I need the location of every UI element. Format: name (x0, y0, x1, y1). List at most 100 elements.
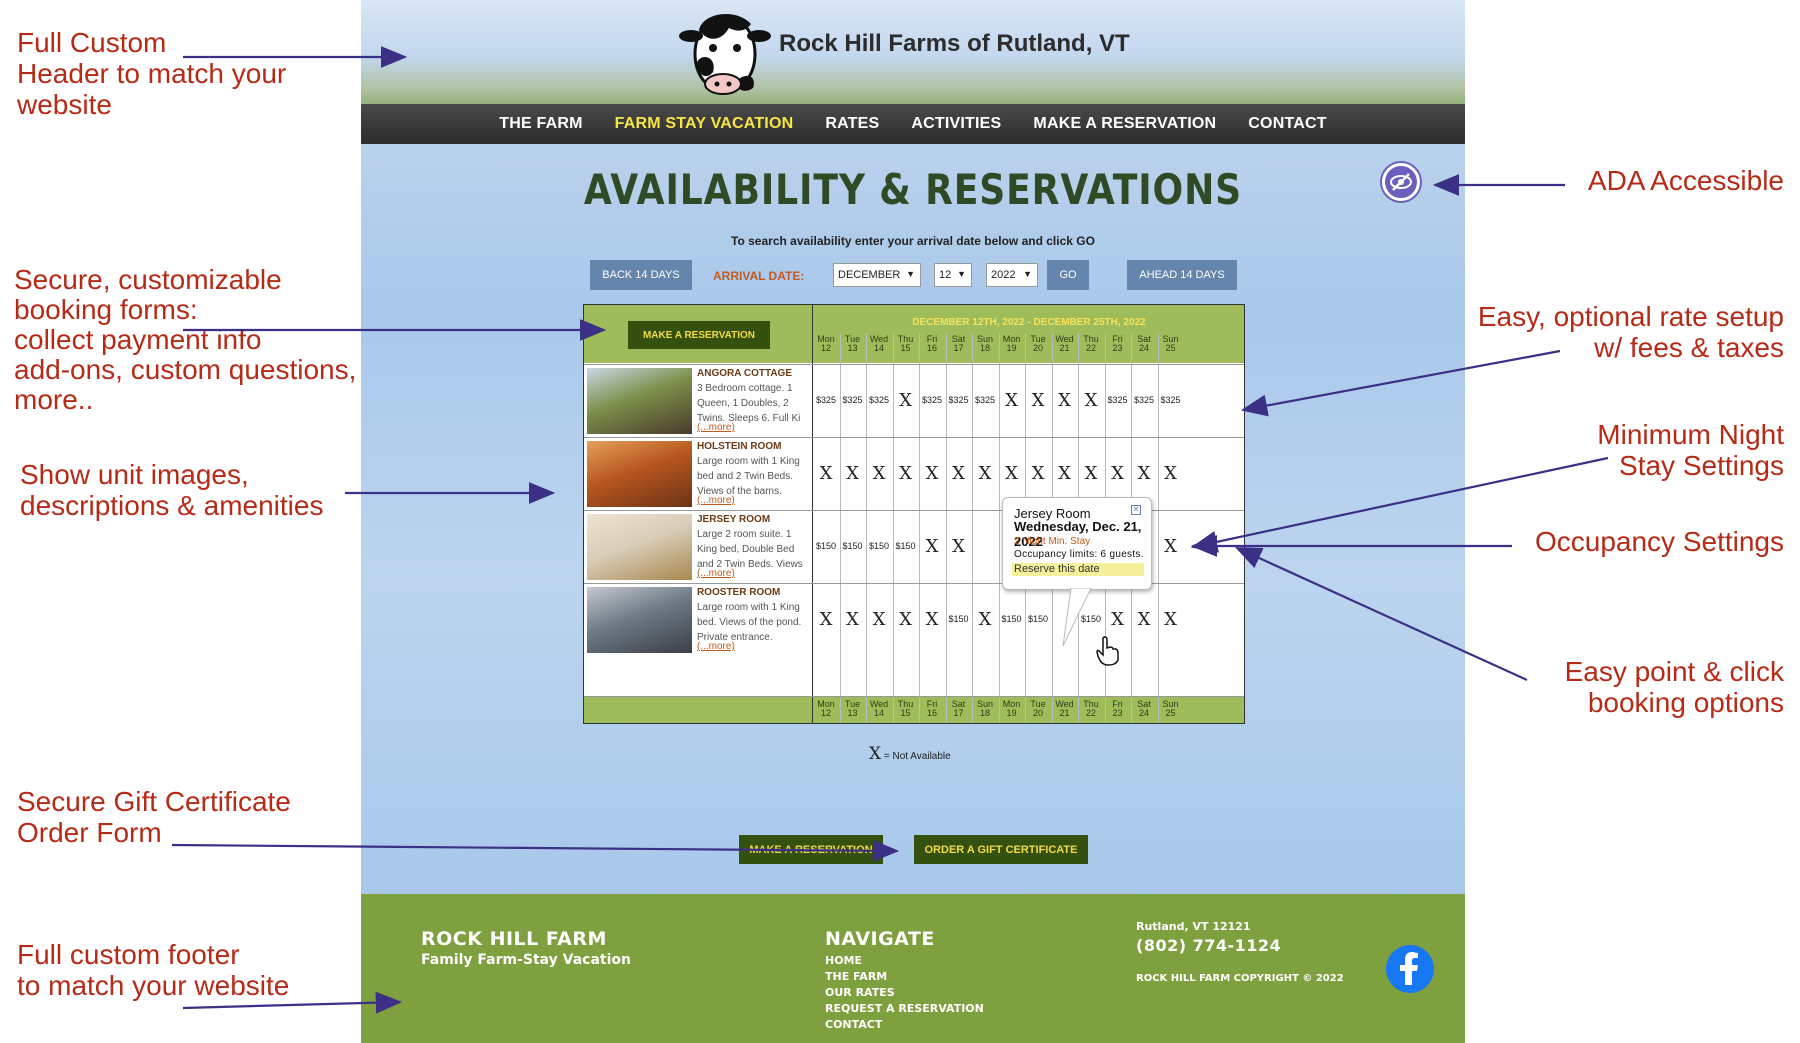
rate-cell[interactable]: $325 (864, 395, 894, 405)
unavailable-cell: X (872, 609, 886, 630)
rate-cell[interactable]: $325 (1103, 395, 1133, 405)
chevron-down-icon: ▼ (906, 269, 915, 279)
grid-row-line (584, 364, 1244, 365)
nav-make-a-reservation[interactable]: MAKE A RESERVATION (1033, 115, 1216, 133)
unit-photo[interactable] (587, 368, 692, 434)
month-value: DECEMBER (838, 269, 901, 281)
rate-cell[interactable]: $150 (811, 541, 841, 551)
day-footer-num: 21 (1059, 708, 1070, 718)
rate-cell[interactable]: $150 (864, 541, 894, 551)
rate-cell[interactable]: $150 (891, 541, 921, 551)
rate-cell[interactable]: $150 (997, 614, 1027, 624)
day-footer-num: 12 (820, 708, 831, 718)
unavailable-cell: X (925, 609, 939, 630)
nav-rates[interactable]: RATES (825, 115, 879, 133)
day-footer-num: 24 (1138, 708, 1149, 718)
footer-link-home[interactable]: HOME (825, 954, 862, 967)
order-gift-certificate-button[interactable]: ORDER A GIFT CERTIFICATE (914, 835, 1088, 864)
day-header-num: 12 (820, 343, 831, 353)
unit-photo[interactable] (587, 514, 692, 580)
day-footer-num: 15 (900, 708, 911, 718)
site-brand[interactable]: Rock Hill Farms of Rutland, VT (779, 30, 1130, 58)
site-footer: ROCK HILL FARM Family Farm-Stay Vacation… (361, 894, 1465, 1043)
annotation-min-night: Minimum Night Stay Settings (1597, 419, 1784, 481)
unavailable-cell: X (925, 536, 939, 557)
nav-contact[interactable]: CONTACT (1248, 115, 1326, 133)
rate-cell[interactable]: $325 (1129, 395, 1159, 405)
go-button[interactable]: GO (1047, 260, 1089, 290)
rate-cell[interactable]: $325 (917, 395, 947, 405)
nav-the-farm[interactable]: THE FARM (499, 115, 582, 133)
unit-name[interactable]: ROOSTER ROOM (697, 587, 780, 598)
rate-cell[interactable]: $325 (838, 395, 868, 405)
footer-link-rates[interactable]: OUR RATES (825, 986, 895, 999)
site-header: Rock Hill Farms of Rutland, VT (361, 0, 1465, 104)
grid-divider (812, 305, 813, 723)
date-tooltip: Jersey Room Wednesday, Dec. 21, 2022 2 N… (1002, 497, 1152, 590)
unit-description: 3 Bedroom cottage. 1 Queen, 1 Doubles, 2… (697, 383, 801, 424)
grid-column-line (1157, 333, 1159, 723)
unavailable-cell: X (846, 463, 859, 484)
rate-cell[interactable]: $325 (1156, 395, 1186, 405)
rate-cell[interactable]: $150 (1023, 614, 1053, 624)
cow-head-icon (679, 13, 771, 95)
date-range: DECEMBER 12TH, 2022 - DECEMBER 25TH, 202… (912, 317, 1146, 328)
month-select[interactable]: DECEMBER ▼ (833, 263, 921, 287)
back-14-days-button[interactable]: BACK 14 DAYS (590, 260, 692, 290)
unit-more-link[interactable]: (...more) (697, 568, 735, 579)
bottom-make-reservation-button[interactable]: MAKE A RESERVATION (739, 835, 883, 864)
unit-name[interactable]: JERSEY ROOM (697, 514, 770, 525)
nav-activities[interactable]: ACTIVITIES (911, 115, 1001, 133)
footer-link-request-reservation[interactable]: REQUEST A RESERVATION (825, 1002, 984, 1015)
ada-accessibility-button[interactable] (1382, 163, 1420, 201)
day-header-num: 14 (873, 343, 884, 353)
year-value: 2022 (991, 269, 1016, 281)
rate-cell[interactable]: $325 (811, 395, 841, 405)
nav-farm-stay-vacation[interactable]: FARM STAY VACATION (615, 115, 794, 133)
unit-photo[interactable] (587, 587, 692, 653)
rate-cell[interactable]: $325 (970, 395, 1000, 405)
year-select[interactable]: 2022 ▼ (986, 263, 1038, 287)
footer-link-the-farm[interactable]: THE FARM (825, 970, 887, 983)
day-select[interactable]: 12 ▼ (934, 263, 972, 287)
unavailable-cell: X (899, 609, 912, 630)
unit-name[interactable]: HOLSTEIN ROOM (697, 441, 781, 452)
unavailable-cell: X (978, 463, 992, 484)
footer-phone[interactable]: (802) 774-1124 (1136, 936, 1281, 955)
day-value: 12 (939, 269, 952, 281)
facebook-link[interactable] (1386, 945, 1434, 993)
unit-name[interactable]: ANGORA COTTAGE (697, 368, 792, 379)
unit-more-link[interactable]: (...more) (697, 422, 735, 433)
unavailable-cell: X (952, 463, 965, 484)
day-header-num: 22 (1085, 343, 1096, 353)
day-header-num: 20 (1032, 343, 1043, 353)
day-header-num: 24 (1138, 343, 1149, 353)
reserve-date-link[interactable]: Reserve this date (1012, 563, 1144, 576)
unavailable-cell: X (872, 463, 886, 484)
footer-link-contact[interactable]: CONTACT (825, 1018, 882, 1031)
tooltip-pointer (1062, 588, 1092, 647)
footer-city: Rutland, VT 12121 (1136, 920, 1251, 933)
grid-row-line (584, 437, 1244, 438)
make-reservation-button[interactable]: MAKE A RESERVATION (628, 321, 770, 349)
day-header-num: 21 (1059, 343, 1070, 353)
unit-more-link[interactable]: (...more) (697, 495, 735, 506)
day-header-num: 13 (847, 343, 858, 353)
website-mockup: Rock Hill Farms of Rutland, VT THE FARM F… (361, 0, 1465, 1043)
page-title: AVAILABILITY & RESERVATIONS (583, 165, 1243, 214)
unavailable-cell: X (1084, 463, 1098, 484)
ahead-14-days-button[interactable]: AHEAD 14 DAYS (1127, 260, 1237, 290)
footer-nav-title: NAVIGATE (825, 928, 935, 950)
rate-cell[interactable]: $150 (944, 614, 974, 624)
rate-cell[interactable]: $150 (838, 541, 868, 551)
chevron-down-icon: ▼ (957, 269, 966, 279)
close-icon[interactable]: ✕ (1131, 505, 1141, 515)
day-header-num: 15 (900, 343, 911, 353)
unit-more-link[interactable]: (...more) (697, 641, 735, 652)
grid-column-line (839, 333, 841, 723)
rate-cell[interactable]: $325 (944, 395, 974, 405)
annotation-rates: Easy, optional rate setup w/ fees & taxe… (1477, 301, 1784, 363)
day-header-num: 19 (1006, 343, 1017, 353)
unit-photo[interactable] (587, 441, 692, 507)
unit-description: Large 2 room suite. 1 King bed, Double B… (697, 529, 803, 570)
